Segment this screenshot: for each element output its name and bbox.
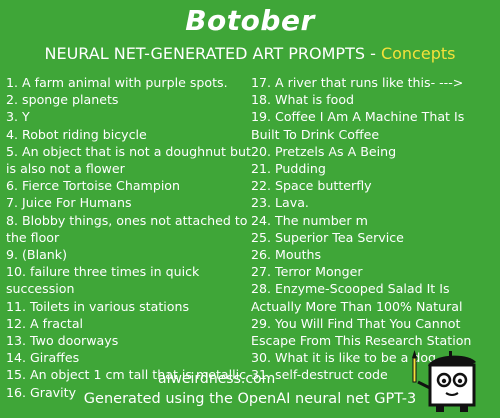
page-subtitle: NEURAL NET-GENERATED ART PROMPTS - Conce… — [0, 44, 500, 63]
prompt-item: 2. sponge planets — [6, 92, 119, 108]
prompt-item: 9. (Blank) — [6, 247, 67, 263]
prompt-item: 21. Pudding — [251, 161, 326, 177]
prompt-list-right: 17. A river that runs like this- ---> 18… — [251, 74, 496, 384]
prompt-item: 23. Lava. — [251, 195, 309, 211]
prompt-item: 4. Robot riding bicycle — [6, 126, 147, 142]
subtitle-main: NEURAL NET-GENERATED ART PROMPTS - — [44, 44, 381, 63]
prompt-item: 12. A fractal — [6, 315, 84, 331]
site-name: aiweirdness.com — [158, 371, 276, 387]
prompt-item: 17. A river that runs like this- ---> — [251, 75, 464, 90]
prompt-item: 27. Terror Monger — [251, 264, 363, 280]
prompt-item: 22. Space butterfly — [251, 178, 372, 194]
prompt-item: 7. Juice For Humans — [6, 195, 132, 211]
prompt-item: 11. Toilets in various stations — [6, 298, 190, 314]
page-title: Botober — [185, 4, 315, 37]
prompt-item: 18. What is food — [251, 92, 355, 108]
prompt-item: 3. Y — [6, 109, 30, 125]
prompt-list-left: 1. A farm animal with purple spots. 2. s… — [6, 74, 251, 401]
prompt-item: 5. An object that is not a doughnut but … — [6, 143, 251, 177]
prompt-item: 14. Giraffes — [6, 350, 80, 366]
robot-artist-icon — [412, 350, 476, 412]
prompt-item: 26. Mouths — [251, 247, 322, 263]
prompt-item: 10. failure three times in quick success… — [6, 264, 200, 297]
prompt-item: 20. Pretzels As A Being — [251, 143, 397, 159]
prompt-item: 13. Two doorways — [6, 333, 119, 349]
prompt-item: 28. Enzyme-Scooped Salad It Is Actually … — [251, 281, 463, 314]
prompt-item: 24. The number m — [251, 212, 368, 228]
prompt-item: 25. Superior Tea Service — [251, 229, 404, 245]
prompt-item: 1. A farm animal with purple spots. — [6, 75, 228, 90]
subtitle-accent: Concepts — [380, 44, 456, 63]
prompt-item: 19. Coffee I Am A Machine That Is Built … — [251, 109, 465, 142]
prompt-item: 6. Fierce Tortoise Champion — [6, 178, 180, 194]
prompt-item: 8. Blobby things, ones not attached to t… — [6, 212, 248, 245]
